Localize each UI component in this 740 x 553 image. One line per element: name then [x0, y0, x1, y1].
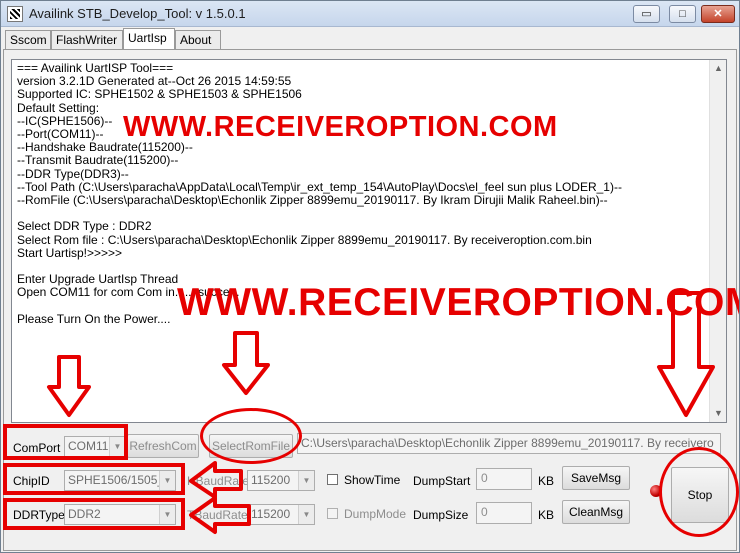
app-window: Availink STB_Develop_Tool: v 1.5.0.1 ▭ □…: [0, 0, 740, 553]
tbaudrate-select[interactable]: 115200 ▼: [247, 504, 315, 525]
watermark-top: WWW.RECEIVEROPTION.COM: [123, 111, 558, 143]
cleanmsg-button[interactable]: CleanMsg: [562, 500, 630, 524]
savemsg-button[interactable]: SaveMsg: [562, 466, 630, 490]
dumpsize-input[interactable]: 0: [476, 502, 532, 524]
tab-flashwriter[interactable]: FlashWriter: [51, 30, 123, 49]
log-line: --DDR Type(DDR3)--: [17, 166, 129, 181]
log-line: --RomFile (C:\Users\paracha\Desktop\Echo…: [17, 193, 608, 208]
tbaudrate-label: TBaudRate: [187, 508, 248, 522]
chevron-down-icon: ▼: [298, 471, 314, 490]
log-line: --Transmit Baudrate(115200)--: [17, 153, 179, 168]
dumpmode-label: DumpMode: [344, 507, 407, 521]
window-title: Availink STB_Develop_Tool: v 1.5.0.1: [29, 6, 246, 21]
tab-sscom[interactable]: Sscom: [5, 30, 51, 49]
title-bar: Availink STB_Develop_Tool: v 1.5.0.1 ▭ □…: [1, 1, 739, 27]
showtime-checkbox[interactable]: [327, 474, 338, 485]
tbaudrate-value: 115200: [251, 507, 291, 521]
dumpstart-label: DumpStart: [413, 474, 471, 488]
chevron-down-icon: ▼: [298, 505, 314, 524]
log-line: Start Uartisp!>>>>>: [17, 245, 123, 260]
showtime-label: ShowTime: [344, 473, 401, 487]
log-scrollbar[interactable]: ▲ ▼: [709, 60, 726, 422]
highlight-circle-selectromfile: [200, 408, 302, 464]
highlight-box-comport: [3, 424, 128, 460]
minimize-button[interactable]: ▭: [633, 5, 660, 23]
log-line: Select Rom file : C:\Users\paracha\Deskt…: [17, 232, 592, 247]
watermark-middle: WWW.RECEIVEROPTION.COM: [177, 281, 740, 324]
hbaudrate-value: 115200: [251, 473, 291, 487]
highlight-box-ddrtype: [3, 498, 185, 530]
dumpsize-label: DumpSize: [413, 508, 469, 522]
tab-about[interactable]: About: [175, 30, 221, 49]
hbaudrate-label: HBaudRate: [187, 474, 250, 488]
dumpstart-unit: KB: [538, 474, 555, 488]
highlight-box-chipid: [3, 463, 185, 495]
hbaudrate-select[interactable]: 115200 ▼: [247, 470, 315, 491]
rom-path-field[interactable]: C:\Users\paracha\Desktop\Echonlik Zipper…: [297, 433, 721, 454]
refreshcom-button[interactable]: RefreshCom: [127, 434, 199, 458]
log-line: Supported IC: SPHE1502 & SPHE1503 & SPHE…: [17, 87, 302, 102]
tab-uartisp[interactable]: UartIsp: [123, 28, 175, 50]
maximize-button[interactable]: □: [669, 5, 696, 23]
log-line: Select DDR Type : DDR2: [17, 219, 152, 234]
highlight-circle-stop: [659, 447, 739, 537]
scroll-up-icon[interactable]: ▲: [710, 60, 726, 77]
dumpmode-checkbox[interactable]: [327, 508, 338, 519]
app-icon: [7, 6, 23, 22]
dumpsize-unit: KB: [538, 508, 555, 522]
close-button[interactable]: ✕: [701, 5, 735, 23]
scroll-down-icon[interactable]: ▼: [710, 405, 726, 422]
dumpstart-input[interactable]: 0: [476, 468, 532, 490]
